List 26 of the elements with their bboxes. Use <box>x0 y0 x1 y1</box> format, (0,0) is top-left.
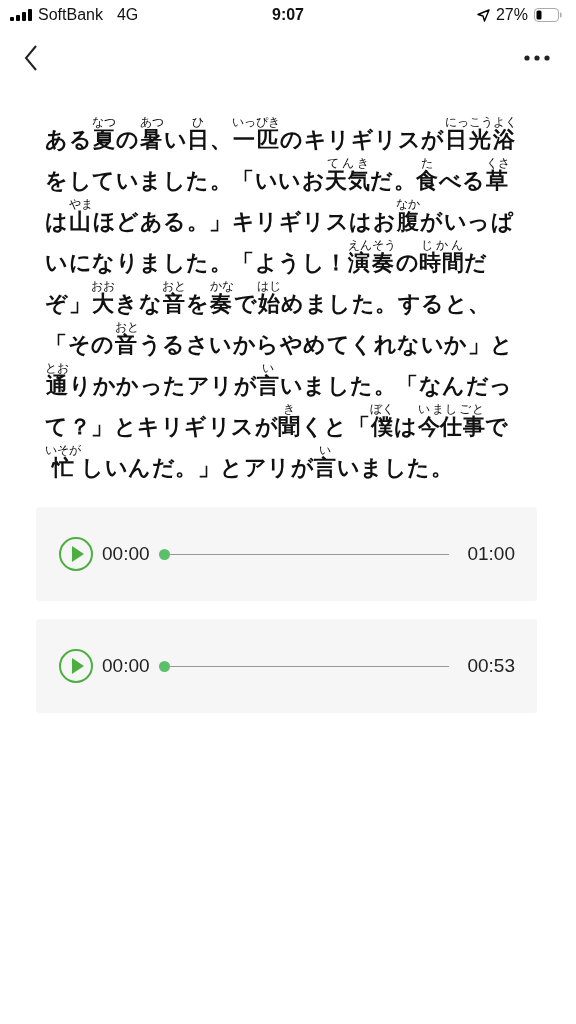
duration-time: 00:53 <box>467 655 515 677</box>
story-line: ぞ」大 おお きな音 おと を奏 かな で始 はじ めました。すると、 <box>45 278 492 318</box>
progress-thumb[interactable] <box>158 548 170 560</box>
play-icon[interactable] <box>58 648 94 684</box>
story-line: ある夏 なつ の暑 あつ い日 ひ 、一匹 いっぴき のキリギリスが日光浴 にっこうよく <box>45 114 518 154</box>
more-icon[interactable] <box>524 55 550 61</box>
duration-time: 01:00 <box>467 543 515 565</box>
progress-thumb[interactable] <box>158 660 170 672</box>
current-time: 00:00 <box>102 543 150 565</box>
story-line: て？」とキリギリスが聞 き くと「僕 ぼく は今仕事 いましごと で <box>45 401 510 441</box>
story-line: をしていました。「いいお天気 てんき だ。食 た べる草 くさ <box>45 155 511 195</box>
story-line: いになりました。「ようし！演奏 えんそう の時間 じかん だ <box>45 237 489 277</box>
current-time: 00:00 <box>102 655 150 677</box>
carrier-name: SoftBank <box>38 6 103 24</box>
signal-icon <box>10 9 32 21</box>
story-line: 通 とお りかかったアリが言 い いました。「なんだっ <box>45 360 514 400</box>
story-line: 「その音 おと うるさいからやめてくれないか」と <box>45 319 515 359</box>
battery-icon <box>534 8 562 22</box>
location-arrow-icon <box>476 8 490 22</box>
back-icon[interactable] <box>24 45 38 71</box>
story-line: 忙 いそが しいんだ。」とアリが言 い いました。 <box>45 442 454 482</box>
network-type: 4G <box>116 6 139 24</box>
battery-percent: 27% <box>495 6 528 24</box>
play-icon[interactable] <box>58 536 94 572</box>
story-line: は山 やま ほどある。」キリギリスはお腹 なか がいっぱ <box>45 196 515 236</box>
status-time: 9:07 <box>272 6 304 24</box>
